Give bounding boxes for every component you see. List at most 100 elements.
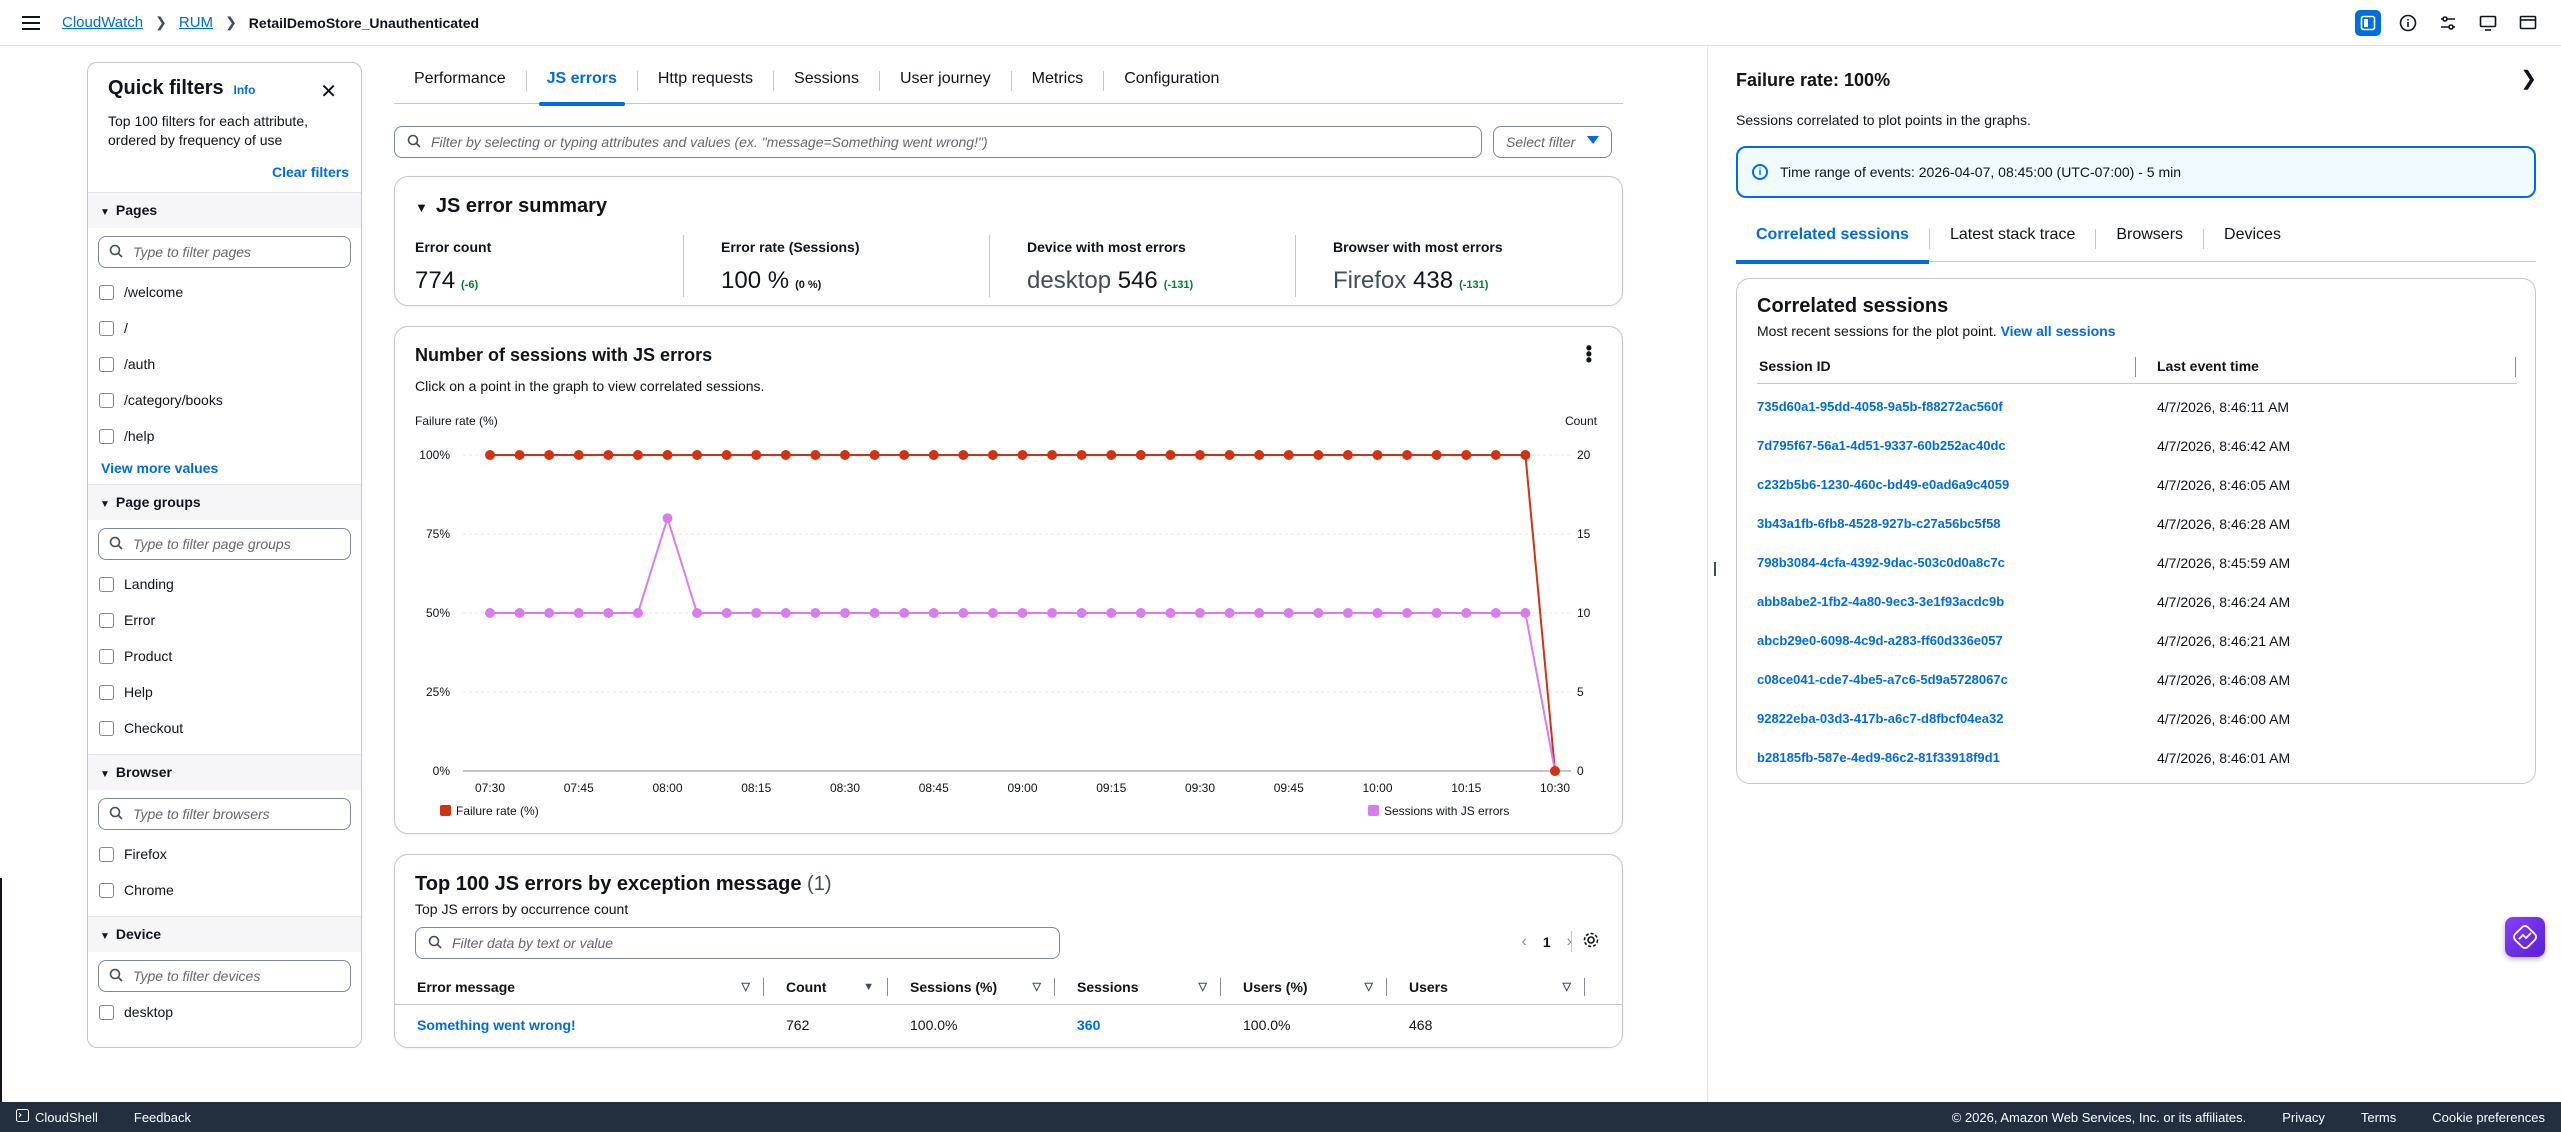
data-point[interactable] [692,608,703,618]
tab-browsers[interactable]: Browsers [2096,222,2203,262]
session-id-link[interactable]: c08ce041-cde7-4be5-a7c6-5d9a5728067c [1757,672,2157,687]
table-settings-button[interactable] [1571,931,1600,952]
checkbox[interactable] [99,846,114,862]
data-point[interactable] [810,450,821,460]
data-point[interactable] [1372,608,1383,618]
data-point[interactable] [751,450,762,460]
checkbox-page[interactable]: /welcome [88,274,361,310]
data-point[interactable] [1461,608,1472,618]
col-error-message[interactable]: Error message ▽ [395,976,764,998]
session-id-link[interactable]: c232b5b6-1230-460c-bd49-e0ad6a9c4059 [1757,477,2157,492]
data-point[interactable] [899,450,910,460]
checkbox-page-group[interactable]: Product [88,638,361,674]
cloudshell-button[interactable]: CloudShell [16,1109,98,1125]
cookie-preferences-link[interactable]: Cookie preferences [2432,1110,2545,1125]
data-point[interactable] [603,608,614,618]
summary-header[interactable]: ▼ JS error summary [415,195,607,218]
session-id-link[interactable]: abb8abe2-1fb2-4a80-9ec3-3e1f93acdc9b [1757,594,2157,609]
page-number[interactable]: 1 [1543,934,1551,950]
data-point[interactable] [1017,450,1028,460]
data-point[interactable] [1195,450,1205,460]
tab-sessions[interactable]: Sessions [774,64,879,104]
checkbox[interactable] [99,1004,114,1020]
view-more-values-link[interactable]: View more values [101,460,218,476]
data-point[interactable] [780,608,791,618]
data-point[interactable] [1224,450,1235,460]
data-point[interactable] [987,608,998,618]
tab-correlated-sessions[interactable]: Correlated sessions [1736,222,1929,264]
data-point[interactable] [514,608,525,618]
checkbox[interactable] [99,428,114,444]
info-link[interactable]: Info [234,83,256,97]
checkbox-page-group[interactable]: Checkout [88,710,361,746]
tab-devices[interactable]: Devices [2204,222,2301,262]
data-point[interactable] [928,608,939,618]
checkbox-device[interactable]: desktop [88,994,361,1030]
checkbox-page[interactable]: /auth [88,346,361,382]
data-point[interactable] [573,608,584,618]
data-point[interactable] [1313,450,1324,460]
data-point[interactable] [1372,450,1383,460]
data-point[interactable] [1224,608,1235,618]
info-icon[interactable] [2395,10,2421,36]
checkbox[interactable] [99,648,114,664]
checkbox-page-group[interactable]: Error [88,602,361,638]
devices-filter-input[interactable]: Type to filter devices [98,960,351,992]
checkbox-page[interactable]: /help [88,418,361,454]
data-point[interactable] [840,450,850,460]
data-point[interactable] [869,608,880,618]
tab-http-requests[interactable]: Http requests [638,64,773,104]
data-point[interactable] [1106,608,1117,618]
tab-latest-stack-trace[interactable]: Latest stack trace [1930,222,2095,262]
table-filter-input[interactable]: Filter data by text or value [415,927,1060,959]
data-point[interactable] [485,450,495,460]
data-point[interactable] [958,450,969,460]
legend-label[interactable]: Sessions with JS errors [1384,804,1509,818]
col-users[interactable]: Users ▽ [1387,976,1585,998]
tab-js-errors[interactable]: JS errors [527,64,637,106]
data-point[interactable] [1490,450,1501,460]
data-point[interactable] [632,450,643,460]
col-sessions-pct[interactable]: Sessions (%) ▽ [888,976,1055,998]
checkbox-browser[interactable]: Firefox [88,836,361,872]
assistant-icon[interactable] [2505,917,2545,957]
data-point[interactable] [1017,608,1028,618]
data-point[interactable] [1402,450,1413,460]
data-point[interactable] [662,513,673,524]
data-point[interactable] [810,608,821,618]
data-point[interactable] [692,450,703,460]
data-point[interactable] [958,608,969,618]
checkbox[interactable] [99,356,114,372]
session-id-link[interactable]: 798b3084-4cfa-4392-9dac-503c0d0a8c7c [1757,555,2157,570]
clear-filters-link[interactable]: Clear filters [272,164,349,180]
data-point[interactable] [1254,608,1265,618]
checkbox[interactable] [99,284,114,300]
data-point[interactable] [1342,450,1353,460]
page-groups-filter-input[interactable]: Type to filter page groups [98,528,351,560]
pages-filter-input[interactable]: Type to filter pages [98,236,351,268]
data-point[interactable] [1520,450,1531,460]
data-point[interactable] [1490,608,1501,618]
property-filter-input[interactable]: Filter by selecting or typing attributes… [394,126,1482,158]
col-users-pct[interactable]: Users (%) ▽ [1221,976,1387,998]
data-point[interactable] [573,450,584,460]
session-id-link[interactable]: 7d795f67-56a1-4d51-9337-60b252ac40dc [1757,438,2157,453]
data-point[interactable] [721,450,732,460]
data-point[interactable] [1165,608,1176,618]
data-point[interactable] [544,450,555,460]
session-id-link[interactable]: 3b43a1fb-6fb8-4528-927b-c27a56bc5f58 [1757,516,2157,531]
checkbox-page-group[interactable]: Help [88,674,361,710]
tab-configuration[interactable]: Configuration [1104,64,1239,104]
data-point[interactable] [1254,450,1265,460]
data-point[interactable] [1047,450,1058,460]
data-point[interactable] [899,608,910,618]
error-message-link[interactable]: Something went wrong! [417,1017,576,1033]
data-point[interactable] [1076,608,1087,618]
resize-handle[interactable] [1714,562,1716,576]
col-last-event-time[interactable]: Last event time [2157,351,2259,381]
checkbox-page[interactable]: /category/books [88,382,361,418]
privacy-link[interactable]: Privacy [2282,1110,2325,1125]
checkbox[interactable] [99,882,114,898]
checkbox[interactable] [99,720,114,736]
data-point[interactable] [928,450,939,460]
